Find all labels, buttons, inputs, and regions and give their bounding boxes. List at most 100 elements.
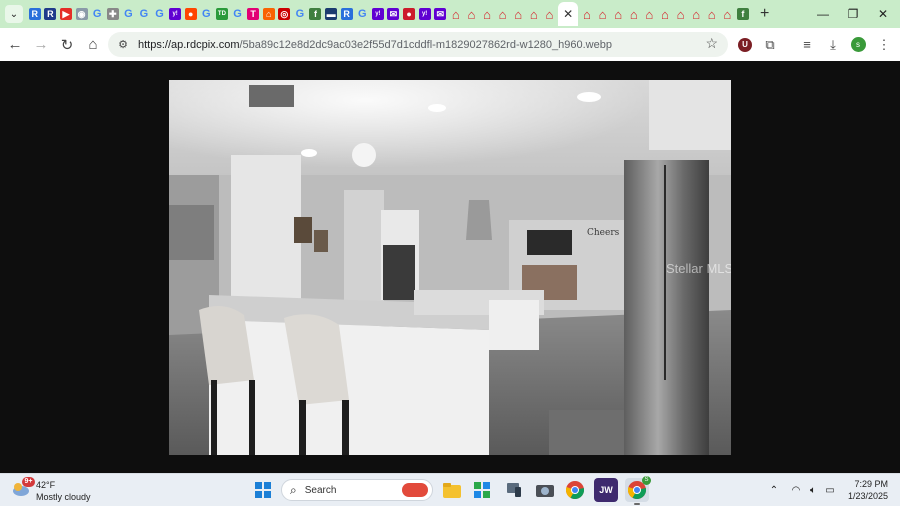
browser-tab[interactable]: f	[735, 2, 751, 26]
browser-tab[interactable]: ✚	[105, 2, 121, 26]
extensions-button[interactable]: ⧉	[758, 28, 782, 61]
browser-tab[interactable]: G	[89, 2, 105, 26]
browser-tab[interactable]: G	[136, 2, 152, 26]
file-explorer-button[interactable]	[440, 478, 464, 502]
browser-tab[interactable]: ◎	[277, 2, 293, 26]
menu-button[interactable]: ⋮	[872, 28, 896, 61]
close-window-button[interactable]: ✕	[868, 0, 898, 28]
browser-tab[interactable]: R	[43, 2, 59, 26]
browser-tab[interactable]: ⌂	[673, 2, 689, 26]
browser-tab[interactable]: ✉	[386, 2, 402, 26]
browser-tab[interactable]: ⌂	[526, 2, 542, 26]
minimize-button[interactable]: —	[808, 0, 838, 28]
browser-tab[interactable]: ●	[183, 2, 199, 26]
downloads-button[interactable]: ⤓	[821, 28, 845, 61]
home-button[interactable]: ⌂	[80, 32, 106, 58]
jw-app-button[interactable]: JW	[594, 478, 618, 502]
browser-tab[interactable]: f	[308, 2, 324, 26]
recessed-light	[301, 149, 317, 157]
site-info-button[interactable]: ⚙	[112, 34, 134, 56]
start-button[interactable]	[251, 478, 275, 502]
browser-tab[interactable]: G	[292, 2, 308, 26]
active-tab[interactable]: ✕	[558, 2, 579, 26]
browser-tab[interactable]: ⌂	[626, 2, 642, 26]
browser-tab[interactable]: ⌂	[579, 2, 595, 26]
clock-date: 1/23/2025	[847, 491, 888, 501]
wifi-button[interactable]: ◠	[788, 474, 804, 506]
browser-tab[interactable]: ✉	[432, 2, 448, 26]
browser-tab[interactable]: ⌂	[657, 2, 673, 26]
browser-tab[interactable]: ⌂	[495, 2, 511, 26]
browser-tab[interactable]: TD	[214, 2, 230, 26]
tab-strip: ⌄ R R ▶ ◉ G ✚ G G Gy! ● G TD G T ⌂ ◎ Gf ▬ R Gy! ✉ ● y! ✉ ⌂ ⌂ ⌂ ⌂ ⌂ ⌂ ⌂…	[0, 0, 900, 28]
restore-button[interactable]: ❐	[838, 0, 868, 28]
kitchen-photo[interactable]: Cheers Stellar MLS	[169, 80, 731, 455]
browser-tab[interactable]: R	[27, 2, 43, 26]
back-button[interactable]: ←	[2, 32, 28, 58]
browser-tab[interactable]: R	[339, 2, 355, 26]
google-icon: G	[124, 7, 133, 20]
picture-frame	[314, 230, 328, 252]
restore-icon: ❐	[847, 7, 859, 21]
discord-icon: ◉	[75, 8, 88, 20]
camera-icon	[536, 485, 554, 497]
show-hidden-icons-button[interactable]: ⌃	[766, 474, 782, 506]
browser-tab[interactable]: y!	[370, 2, 386, 26]
taskbar-search[interactable]: ⌕ Search	[281, 479, 433, 501]
house-icon: ⌂	[451, 6, 460, 22]
yahoo-icon: y!	[418, 8, 431, 20]
tab-search-dropdown-button[interactable]: ⌄	[5, 5, 23, 23]
browser-tab[interactable]: ▶	[58, 2, 74, 26]
browser-tab[interactable]: ⌂	[610, 2, 626, 26]
browser-tab[interactable]: ⌂	[688, 2, 704, 26]
chrome-profile-button[interactable]: S	[625, 476, 651, 505]
wall-art	[169, 205, 214, 260]
browser-tab[interactable]: ⌂	[261, 2, 277, 26]
chrome-button[interactable]	[563, 478, 587, 502]
browser-tab[interactable]: ▬	[323, 2, 339, 26]
browser-tab[interactable]: ⌂	[479, 2, 495, 26]
phone-link-button[interactable]	[502, 478, 526, 502]
browser-tab[interactable]: T	[245, 2, 261, 26]
bookmark-star-icon[interactable]: ☆	[705, 35, 718, 52]
windows-icon	[255, 482, 271, 498]
browser-tab[interactable]: G	[199, 2, 215, 26]
volume-button[interactable]: 🔈︎	[805, 474, 821, 506]
browser-tab[interactable]: ⌂	[542, 2, 558, 26]
extension-button[interactable]: U	[733, 28, 757, 61]
stool-leg	[342, 400, 349, 455]
extension-u-icon: U	[738, 37, 752, 52]
house-icon: ⌂	[529, 6, 538, 22]
browser-tab[interactable]: G	[121, 2, 137, 26]
forward-button[interactable]: →	[28, 32, 54, 58]
browser-tab[interactable]: y!	[167, 2, 183, 26]
browser-tab[interactable]: ⌂	[720, 2, 736, 26]
profile-button[interactable]: s	[846, 28, 870, 61]
widgets-app-button[interactable]	[470, 478, 494, 502]
url-text[interactable]: https://ap.rdcpix.com/5ba89c12e8d2dc9ac0…	[138, 39, 612, 51]
reload-button[interactable]: ↻	[54, 32, 80, 58]
browser-tab[interactable]: G	[230, 2, 246, 26]
new-tab-button[interactable]: +	[755, 4, 775, 24]
refrigerator	[624, 160, 709, 455]
browser-tab[interactable]: G	[354, 2, 370, 26]
browser-tab[interactable]: ⌂	[642, 2, 658, 26]
browser-tab[interactable]: ◉	[74, 2, 90, 26]
wifi-icon: ◠	[791, 485, 801, 496]
clock[interactable]: 7:29 PM 1/23/2025	[848, 478, 888, 502]
browser-tab[interactable]: G	[152, 2, 168, 26]
browser-tab[interactable]: ⌂	[448, 2, 464, 26]
camera-button[interactable]	[533, 478, 557, 502]
close-tab-icon[interactable]: ✕	[563, 7, 573, 21]
house-icon: ⌂	[723, 6, 732, 22]
browser-tab[interactable]: ⌂	[704, 2, 720, 26]
browser-tab[interactable]: ⌂	[595, 2, 611, 26]
weather-widget[interactable]: 9+ 42°F Mostly cloudy	[12, 477, 112, 505]
browser-tab[interactable]: ⌂	[510, 2, 526, 26]
browser-tab[interactable]: ●	[401, 2, 417, 26]
browser-tab[interactable]: ⌂	[464, 2, 480, 26]
battery-button[interactable]: ▭	[822, 474, 838, 506]
address-bar[interactable]: ⚙ https://ap.rdcpix.com/5ba89c12e8d2dc9a…	[108, 32, 728, 57]
media-control-button[interactable]: ≡	[795, 28, 819, 61]
browser-tab[interactable]: y!	[417, 2, 433, 26]
